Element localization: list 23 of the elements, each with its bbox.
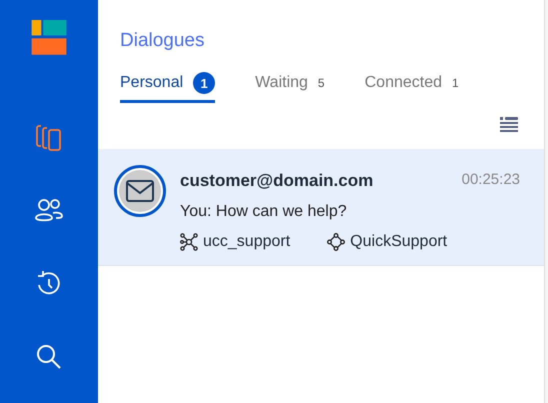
tab-label: Connected [364, 74, 442, 92]
tab-label: Personal [120, 74, 184, 92]
network-icon [180, 233, 198, 251]
logo-icon [31, 20, 67, 55]
count-label: 5 [318, 76, 325, 90]
count-badge: 1 [193, 72, 216, 94]
conversation-item[interactable]: customer@domain.com 00:25:23 You: How can we help? ucc_support QuickSupport [98, 149, 544, 266]
page-title: Dialogues [120, 30, 206, 52]
tab[interactable]: Connected 1 [364, 72, 459, 103]
message-preview: You: How can we help? [180, 203, 348, 221]
list-icon [500, 117, 518, 133]
group-label: ucc_support [203, 233, 290, 251]
tab-label: Waiting [255, 74, 308, 92]
tab[interactable]: Personal 1 [120, 72, 216, 103]
search-icon [35, 342, 63, 371]
channel-label: QuickSupport [350, 233, 448, 251]
diamond-nodes-icon [327, 233, 346, 251]
envelope-icon [126, 180, 154, 202]
contact-email: customer@domain.com [180, 171, 374, 191]
list-view-button[interactable] [500, 117, 518, 133]
tab[interactable]: Waiting 5 [255, 72, 325, 103]
timestamp: 00:25:23 [462, 171, 520, 190]
count-label: 1 [452, 76, 459, 90]
